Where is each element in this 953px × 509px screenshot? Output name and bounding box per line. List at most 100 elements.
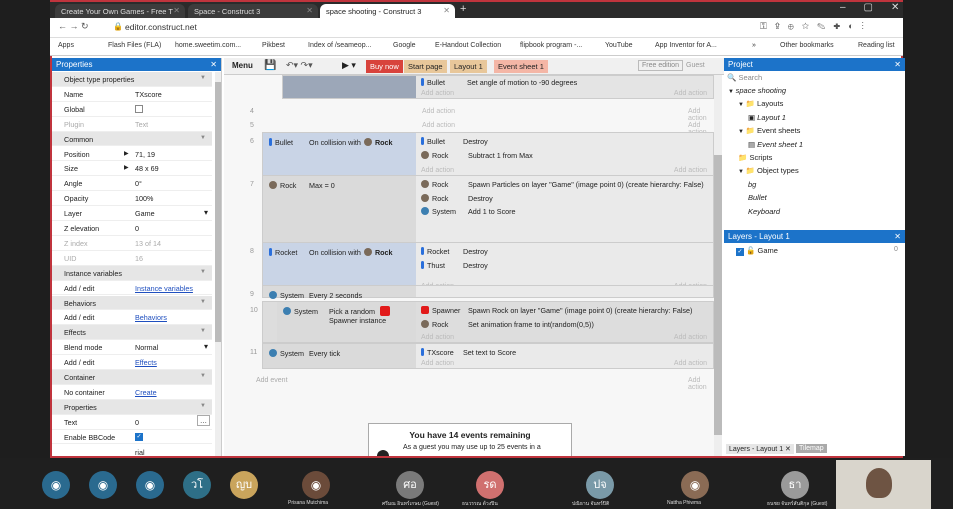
event-row[interactable]: System Pick a random Spawner instance Spaw…	[262, 301, 714, 343]
property-row[interactable]: Enable BBCode ✓	[52, 430, 212, 445]
property-row[interactable]: Name TXscore	[52, 87, 212, 102]
project-tree-item[interactable]: 📁 Scripts	[738, 153, 772, 162]
undo-icon[interactable]: ↶▾ ↷▾	[286, 60, 313, 71]
property-value[interactable]: Game	[135, 209, 155, 218]
add-action-link[interactable]: Add action	[674, 167, 707, 174]
collapse-icon[interactable]: ▼	[200, 403, 206, 409]
dropdown-icon[interactable]: ▾	[204, 342, 208, 351]
property-value[interactable]: Normal	[135, 343, 158, 352]
property-row[interactable]: Opacity 100%	[52, 191, 212, 207]
property-value[interactable]: Create	[135, 388, 157, 397]
property-row[interactable]: No container Create	[52, 385, 212, 400]
action-row[interactable]: System Add 1 to Score	[421, 207, 516, 216]
expand-icon[interactable]: ▼	[728, 89, 736, 95]
search-input[interactable]: 🔍 Search	[727, 73, 762, 82]
collapse-icon[interactable]: ▼	[200, 328, 206, 334]
action-row[interactable]: Rocket Destroy	[421, 247, 488, 256]
property-section[interactable]: Behaviors ▼	[52, 295, 212, 311]
add-action-link[interactable]: Add action	[674, 90, 707, 97]
property-value[interactable]: rial	[135, 448, 145, 457]
property-row[interactable]: Blend mode Normal ▾	[52, 340, 212, 356]
add-action-link[interactable]: Add action	[674, 360, 707, 367]
property-row[interactable]: Size 48 x 69 ▶	[52, 161, 212, 177]
project-tree-item[interactable]: ▼ 📁 Object types	[738, 166, 799, 175]
extension-icons[interactable]: ⚿⇪⊕☆✎✚◐⋮	[760, 21, 872, 32]
property-section[interactable]: Instance variables ▼	[52, 265, 212, 281]
tab-layers[interactable]: Layers - Layout 1 ✕	[726, 444, 794, 454]
action-row[interactable]: Thust Destroy	[421, 260, 488, 270]
condition-block[interactable]: Bullet On collision with Rock	[263, 133, 416, 175]
property-value[interactable]: 71, 19	[135, 150, 155, 159]
participant-avatar[interactable]: ศอ	[396, 471, 424, 499]
expand-icon[interactable]: ▼	[738, 129, 746, 135]
property-value[interactable]: TXscore	[135, 90, 162, 99]
tab-layout[interactable]: Layout 1	[450, 60, 487, 73]
add-event-link[interactable]: Add event	[256, 377, 288, 384]
bookmark-item[interactable]: Apps	[58, 42, 74, 49]
play-icon[interactable]: ▶ ▾	[342, 60, 356, 71]
guest-label[interactable]: Guest	[686, 62, 705, 69]
tab-tilemap[interactable]: Tilemap	[796, 444, 827, 453]
condition-block[interactable]: System Pick a random Spawner instance	[277, 302, 416, 342]
edit-text-button[interactable]: …	[196, 414, 210, 426]
collapse-icon[interactable]: ▼	[200, 373, 206, 379]
expand-icon[interactable]: ▶	[124, 164, 129, 171]
close-icon[interactable]: ✕	[210, 60, 217, 69]
event-row[interactable]: Bullet On collision with Rock Bullet Destroy…	[262, 132, 714, 176]
new-tab-icon[interactable]: +	[460, 3, 466, 15]
property-value[interactable]: 0	[135, 418, 139, 427]
participant-avatar[interactable]: ธา	[781, 471, 809, 499]
property-row[interactable]: Text 0…	[52, 414, 212, 430]
property-row[interactable]: rial	[52, 445, 212, 457]
property-value[interactable]: 13 of 14	[135, 239, 161, 248]
close-icon[interactable]: ✕	[894, 60, 901, 69]
event-row[interactable]: System Every tick TXscore Set text to Score…	[262, 343, 714, 369]
condition-block[interactable]: System Every tick	[263, 344, 416, 368]
add-action-link[interactable]: Add action	[688, 377, 714, 391]
participant-avatar[interactable]: วโ	[183, 471, 211, 499]
add-action-link[interactable]: Add action	[674, 334, 707, 341]
layer-row[interactable]: ✓ 🔓 Game	[736, 246, 778, 256]
back-icon[interactable]: ← → ↻	[58, 21, 89, 32]
bookmark-item[interactable]: Pikbest	[262, 42, 285, 49]
action-row[interactable]: Spawner Spawn Rock on layer "Game" (image…	[421, 306, 692, 315]
collapse-icon[interactable]: ▼	[200, 75, 206, 81]
scrollbar[interactable]	[714, 75, 722, 456]
property-value[interactable]: 100%	[135, 194, 153, 203]
buy-now-button[interactable]: Buy now	[366, 60, 403, 73]
property-value[interactable]: Effects	[135, 358, 157, 367]
checkbox[interactable]	[135, 104, 143, 113]
project-tree-item[interactable]: ▼ 📁 Event sheets	[738, 126, 800, 135]
bookmark-item[interactable]: E-Handout Collection	[435, 42, 501, 49]
add-action-link[interactable]: Add action	[421, 334, 454, 341]
self-video-tile[interactable]	[836, 460, 931, 509]
bookmark-item[interactable]: Reading list	[858, 42, 895, 49]
dropdown-icon[interactable]: ▾	[204, 208, 208, 217]
action-row[interactable]: Rock Set animation frame to int(random(0,…	[421, 319, 594, 329]
condition-block[interactable]: System Every 2 seconds	[263, 286, 416, 300]
participant-avatar[interactable]: ◉	[42, 471, 70, 499]
project-tree-item[interactable]: Bullet	[748, 193, 767, 202]
add-action-link[interactable]: Add action	[421, 360, 454, 367]
bookmark-item[interactable]: YouTube	[605, 42, 633, 49]
property-row[interactable]: Plugin Text	[52, 117, 212, 132]
menu-button[interactable]: Menu	[232, 61, 253, 70]
property-row[interactable]: Global	[52, 102, 212, 117]
property-section[interactable]: Common ▼	[52, 131, 212, 147]
property-value[interactable]: 48 x 69	[135, 164, 159, 173]
bookmark-item[interactable]: home.sweetim.com...	[175, 42, 241, 49]
condition-block[interactable]: Rocket On collision with Rock	[263, 243, 416, 291]
close-icon[interactable]: ✕	[894, 232, 901, 241]
checkbox-icon[interactable]: ✓	[736, 248, 744, 256]
project-tree-item[interactable]: bg	[748, 180, 756, 189]
checkbox[interactable]: ✓	[135, 432, 143, 441]
bookmark-item[interactable]: Index of /seameop...	[308, 42, 371, 49]
project-tree-item[interactable]: ▼ space shooting	[728, 86, 786, 95]
action-row[interactable]: Rock Spawn Particles on layer "Game" (ima…	[421, 180, 704, 189]
add-action-link[interactable]: Add action	[422, 122, 455, 129]
property-row[interactable]: UID 16	[52, 251, 212, 266]
close-icon[interactable]: ✕	[173, 6, 180, 15]
property-row[interactable]: Add / edit Instance variables	[52, 281, 212, 296]
participant-avatar[interactable]: ◉	[89, 471, 117, 499]
property-section[interactable]: Effects ▼	[52, 325, 212, 341]
